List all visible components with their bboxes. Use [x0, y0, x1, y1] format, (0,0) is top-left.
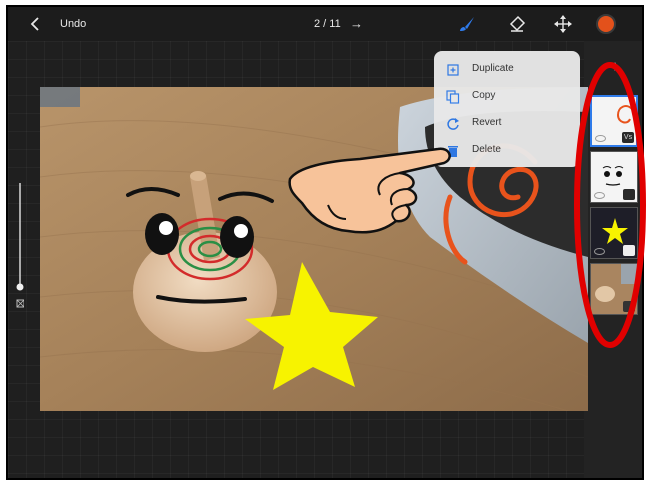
menu-item-delete[interactable]: Delete [434, 138, 580, 165]
layer-badge[interactable] [623, 245, 635, 256]
visibility-eye-icon[interactable] [595, 135, 606, 142]
brush-size-slider[interactable] [16, 183, 24, 313]
menu-label: Duplicate [472, 63, 514, 74]
visibility-eye-icon[interactable] [594, 192, 605, 199]
menu-label: Delete [472, 144, 501, 155]
eraser-icon[interactable] [508, 15, 526, 33]
undo-button[interactable]: Undo [60, 7, 86, 41]
next-page-button[interactable]: → [350, 7, 363, 41]
layer-thumbnail[interactable] [590, 151, 638, 203]
layer-context-menu: Duplicate Copy Revert Delete [434, 51, 580, 167]
layer-badge[interactable]: Vs [622, 132, 634, 143]
layer-badge[interactable] [623, 189, 635, 200]
revert-icon [447, 118, 459, 130]
page-counter: 2 / 11 [314, 18, 341, 30]
image-layer-icon [623, 301, 635, 312]
duplicate-icon [447, 64, 459, 76]
color-swatch-button[interactable] [596, 14, 616, 34]
menu-label: Revert [472, 117, 502, 128]
layer-thumbnail[interactable] [590, 263, 638, 315]
move-icon[interactable] [554, 15, 572, 33]
menu-label: Copy [472, 90, 496, 101]
menu-item-duplicate[interactable]: Duplicate [434, 57, 580, 84]
app-window: Undo 2 / 11 → + Vs Duplicate Copy Revert… [6, 5, 644, 480]
brush-icon[interactable] [458, 15, 476, 33]
add-layer-button[interactable]: + [608, 59, 622, 77]
layer-thumbnail[interactable]: Vs [590, 95, 638, 147]
layers-panel: + Vs [586, 53, 642, 478]
menu-item-copy[interactable]: Copy [434, 84, 580, 111]
layer-thumbnail[interactable] [590, 207, 638, 259]
menu-item-revert[interactable]: Revert [434, 111, 580, 138]
trash-icon [448, 146, 458, 157]
copy-icon [446, 90, 460, 104]
top-toolbar: Undo 2 / 11 → [8, 7, 642, 41]
chevron-left-icon[interactable] [28, 7, 42, 41]
visibility-eye-icon[interactable] [594, 248, 605, 255]
